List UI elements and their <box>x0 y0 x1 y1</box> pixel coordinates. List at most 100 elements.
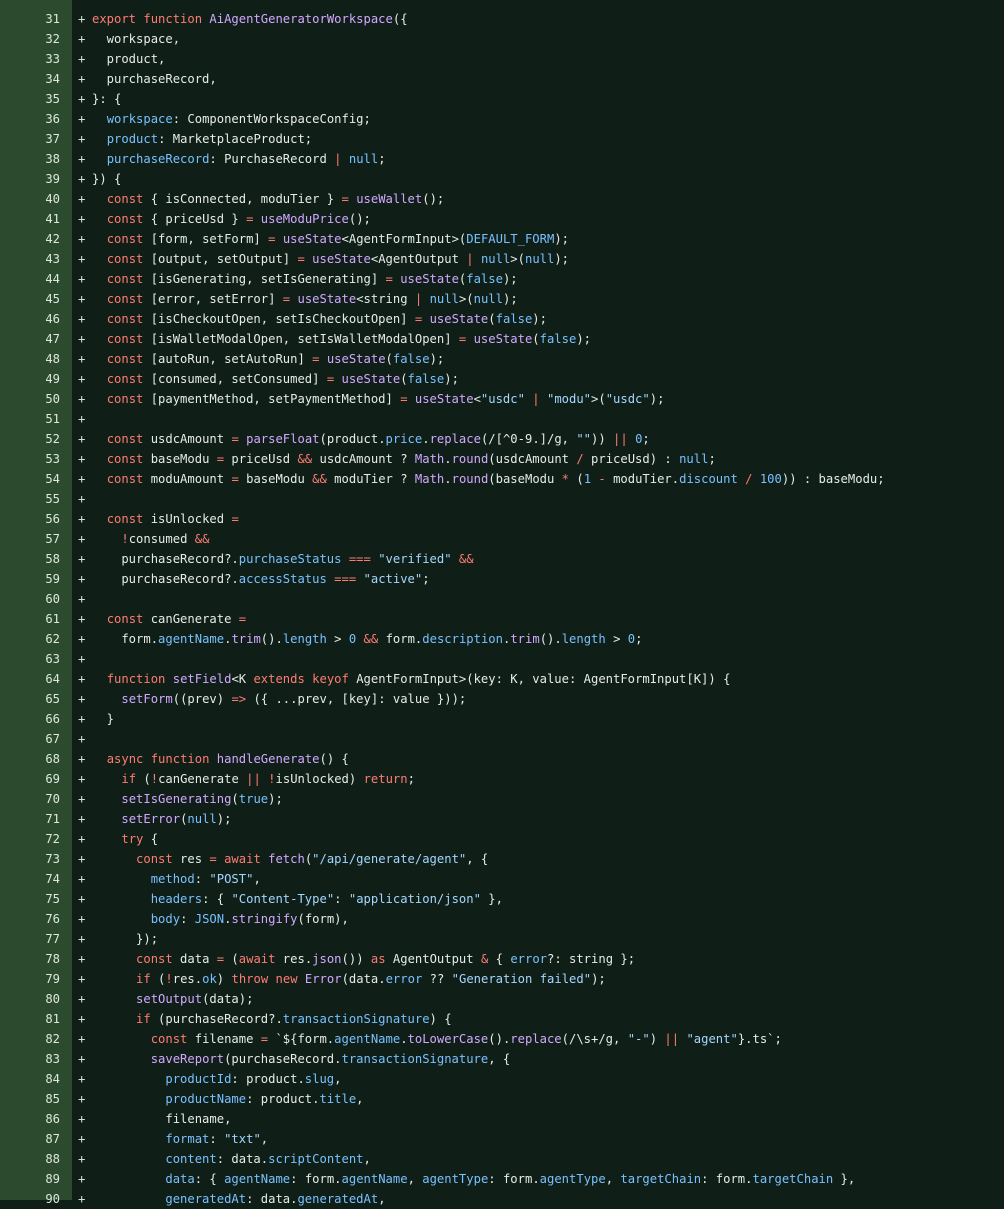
diff-line: 64 + function setField<K extends keyof Ag… <box>0 669 1004 689</box>
line-number[interactable]: 70 <box>0 789 60 809</box>
line-number[interactable]: 86 <box>0 1109 60 1129</box>
line-number[interactable]: 67 <box>0 729 60 749</box>
line-number[interactable]: 82 <box>0 1029 60 1049</box>
line-number[interactable]: 40 <box>0 189 60 209</box>
line-number[interactable]: 75 <box>0 889 60 909</box>
line-number[interactable]: 73 <box>0 849 60 869</box>
line-number[interactable]: 84 <box>0 1069 60 1089</box>
line-number[interactable]: 59 <box>0 569 60 589</box>
line-number[interactable]: 38 <box>0 149 60 169</box>
line-number[interactable]: 72 <box>0 829 60 849</box>
line-number[interactable]: 64 <box>0 669 60 689</box>
line-number[interactable]: 36 <box>0 109 60 129</box>
code-token: productName <box>165 1092 247 1106</box>
line-number[interactable]: 66 <box>0 709 60 729</box>
line-number[interactable]: 39 <box>0 169 60 189</box>
diff-line: 63 + <box>0 649 1004 669</box>
line-number[interactable]: 87 <box>0 1129 60 1149</box>
line-number[interactable]: 47 <box>0 329 60 349</box>
line-number[interactable]: 51 <box>0 409 60 429</box>
line-number[interactable]: 49 <box>0 369 60 389</box>
added-line-marker: + <box>78 532 86 546</box>
line-number[interactable]: 62 <box>0 629 60 649</box>
diff-line: 66 + } <box>0 709 1004 729</box>
line-number[interactable]: 54 <box>0 469 60 489</box>
line-number[interactable]: 37 <box>0 129 60 149</box>
line-number[interactable]: 89 <box>0 1169 60 1189</box>
code-token: , <box>605 1172 621 1186</box>
diff-line: 54 + const moduAmount = baseModu && moduT… <box>0 469 1004 489</box>
code-token: , <box>363 1152 371 1166</box>
code-token: generatedAt <box>297 1192 379 1206</box>
code-text: purchaseRecord, <box>92 69 217 89</box>
line-number[interactable]: 85 <box>0 1089 60 1109</box>
line-number[interactable]: 52 <box>0 429 60 449</box>
code-token: const <box>106 512 144 526</box>
code-token: <string <box>356 292 415 306</box>
line-number[interactable]: 90 <box>0 1189 60 1209</box>
line-number[interactable]: 80 <box>0 989 60 1009</box>
line-number[interactable]: 79 <box>0 969 60 989</box>
line-number[interactable]: 76 <box>0 909 60 929</box>
line-number[interactable]: 69 <box>0 769 60 789</box>
code-token: useState <box>400 272 459 286</box>
line-number[interactable]: 56 <box>0 509 60 529</box>
code-token: ( <box>224 952 239 966</box>
code-token: }); <box>92 932 159 946</box>
line-number[interactable]: 33 <box>0 49 60 69</box>
line-number[interactable]: 77 <box>0 929 60 949</box>
code-token: product <box>106 132 159 146</box>
line-number[interactable]: 50 <box>0 389 60 409</box>
line-number[interactable]: 55 <box>0 489 60 509</box>
added-line-marker: + <box>78 272 86 286</box>
line-number[interactable]: 61 <box>0 609 60 629</box>
code-token: await <box>238 952 276 966</box>
code-token: , <box>407 1172 423 1186</box>
line-number[interactable]: 81 <box>0 1009 60 1029</box>
line-number[interactable]: 48 <box>0 349 60 369</box>
line-number[interactable]: 46 <box>0 309 60 329</box>
line-number[interactable]: 68 <box>0 749 60 769</box>
line-number[interactable]: 60 <box>0 589 60 609</box>
line-number[interactable]: 32 <box>0 29 60 49</box>
line-number[interactable]: 71 <box>0 809 60 829</box>
code-token: Error <box>304 972 342 986</box>
line-number[interactable]: 42 <box>0 229 60 249</box>
line-number[interactable]: 83 <box>0 1049 60 1069</box>
line-number[interactable]: 34 <box>0 69 60 89</box>
line-number[interactable]: 78 <box>0 949 60 969</box>
line-number[interactable]: 44 <box>0 269 60 289</box>
code-token: null <box>473 292 503 306</box>
line-number[interactable]: 31 <box>0 9 60 29</box>
line-number[interactable]: 74 <box>0 869 60 889</box>
line-number[interactable]: 58 <box>0 549 60 569</box>
line-number[interactable]: 57 <box>0 529 60 549</box>
code-token: agentType <box>539 1172 606 1186</box>
code-token: ; <box>422 572 430 586</box>
line-number[interactable]: 41 <box>0 209 60 229</box>
line-number[interactable]: 45 <box>0 289 60 309</box>
diff-line: 77 + }); <box>0 929 1004 949</box>
line-number[interactable]: 35 <box>0 89 60 109</box>
code-text: setForm((prev) => ({ ...prev, [key]: val… <box>92 689 466 709</box>
line-number[interactable]: 63 <box>0 649 60 669</box>
added-line-marker: + <box>78 872 86 886</box>
line-number[interactable]: 88 <box>0 1149 60 1169</box>
code-text: if (purchaseRecord?.transactionSignature… <box>92 1009 452 1029</box>
code-token: round <box>451 452 489 466</box>
line-number[interactable]: 43 <box>0 249 60 269</box>
code-text: export function AiAgentGeneratorWorkspac… <box>92 9 408 29</box>
code-token: trim <box>510 632 540 646</box>
code-token: if <box>136 1012 151 1026</box>
diff-line: 79 + if (!res.ok) throw new Error(data.er… <box>0 969 1004 989</box>
line-number[interactable]: 53 <box>0 449 60 469</box>
code-token: title <box>319 1092 357 1106</box>
line-number[interactable]: 65 <box>0 689 60 709</box>
diff-line: 55 + <box>0 489 1004 509</box>
code-token: ( <box>488 312 496 326</box>
code-token: ; <box>407 772 415 786</box>
